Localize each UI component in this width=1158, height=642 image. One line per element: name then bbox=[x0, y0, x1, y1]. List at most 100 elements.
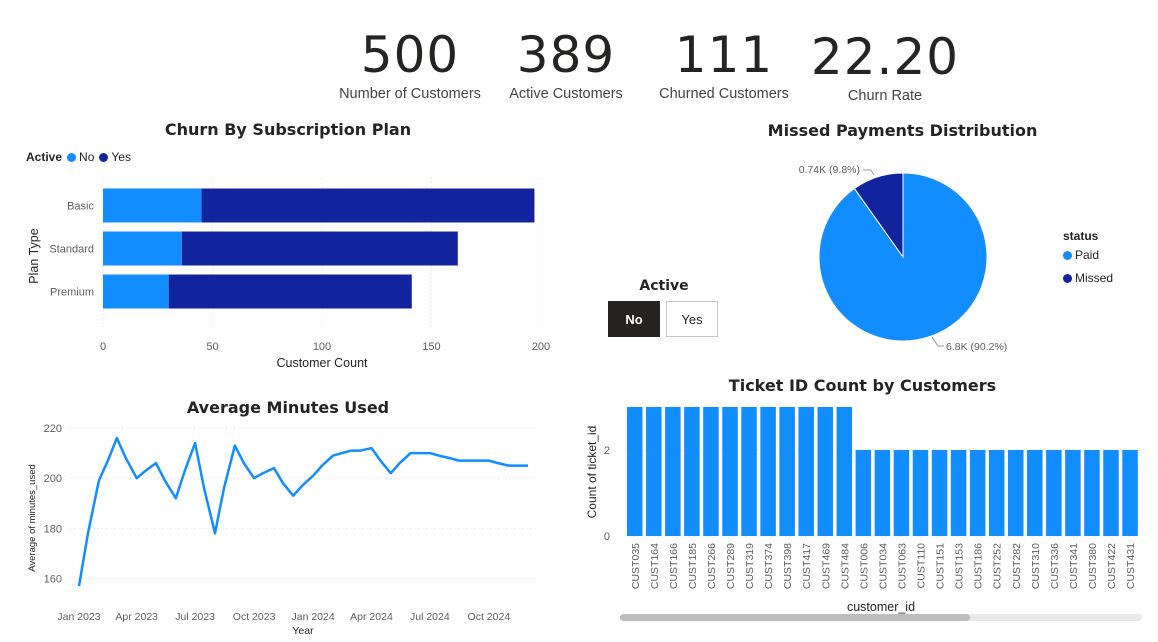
pie-legend-title: status bbox=[1063, 229, 1099, 243]
kpi-churned-customers: 111 Churned Customers bbox=[650, 30, 798, 102]
missed-payments-pie-chart[interactable]: 0.74K (9.8%) 6.8K (90.2%) bbox=[760, 150, 1060, 360]
x-tick-label: 150 bbox=[422, 341, 440, 353]
bar-yes bbox=[181, 231, 458, 266]
bar bbox=[760, 407, 776, 536]
x-tick-label: CUST341 bbox=[1068, 543, 1080, 589]
x-tick-label: Jan 2023 bbox=[57, 611, 100, 623]
x-tick-label: 50 bbox=[206, 341, 218, 353]
kpi-label: Churn Rate bbox=[847, 88, 923, 104]
churn-bar-chart[interactable]: 0 50 100 150 200 Basic Standard Premium Customer… bbox=[0, 170, 580, 375]
legend-no-icon bbox=[67, 152, 77, 162]
horizontal-scrollbar-thumb[interactable] bbox=[620, 614, 970, 621]
x-tick-label: CUST319 bbox=[744, 543, 756, 589]
x-axis-title: Year bbox=[292, 625, 314, 637]
ticket-bar-chart[interactable]: 0 2 CUST035 CUST164 CUST166 CUST185 CUST266 CUS… bbox=[578, 395, 1156, 617]
bar bbox=[855, 450, 872, 536]
x-tick-label: CUST185 bbox=[687, 543, 699, 589]
bar bbox=[817, 407, 833, 536]
y-tick-label: 160 bbox=[44, 573, 62, 585]
pie-leader-line bbox=[863, 169, 875, 176]
x-tick-label: CUST431 bbox=[1125, 543, 1137, 589]
kpi-active-customers: 389 Active Customers bbox=[496, 30, 636, 102]
x-tick-label: 100 bbox=[313, 341, 331, 353]
x-tick-label: Apr 2023 bbox=[115, 611, 158, 623]
legend-missed-label: Missed bbox=[1075, 271, 1114, 285]
y-tick-label: Standard bbox=[49, 244, 94, 256]
bar bbox=[741, 407, 757, 536]
x-tick-label: Jul 2023 bbox=[175, 611, 215, 623]
active-slicer: Active No Yes bbox=[608, 278, 720, 337]
x-axis-title: Customer Count bbox=[276, 356, 368, 370]
bar-yes bbox=[201, 188, 535, 223]
x-tick-label: CUST398 bbox=[782, 543, 794, 589]
x-tick-label: CUST469 bbox=[820, 543, 832, 589]
y-tick-label: 220 bbox=[44, 423, 62, 435]
kpi-number-of-customers: 500 Number of Customers bbox=[330, 30, 490, 102]
legend-title: Active bbox=[26, 150, 63, 164]
kpi-value: 111 bbox=[674, 26, 774, 84]
x-tick-label: CUST484 bbox=[839, 543, 851, 589]
slicer-option-no[interactable]: No bbox=[608, 301, 660, 337]
bar bbox=[836, 407, 853, 536]
bar bbox=[779, 407, 795, 536]
churn-chart-legend[interactable]: Active No Yes bbox=[26, 150, 131, 164]
x-tick-label: CUST380 bbox=[1087, 543, 1099, 589]
y-tick-label: 200 bbox=[44, 473, 62, 485]
legend-paid-icon bbox=[1063, 250, 1072, 260]
y-axis-title: Count of ticket_id bbox=[585, 426, 599, 519]
bar bbox=[912, 450, 929, 536]
x-tick-label: Jul 2024 bbox=[410, 611, 450, 623]
x-tick-label: CUST310 bbox=[1030, 543, 1042, 589]
slicer-option-yes[interactable]: Yes bbox=[666, 301, 718, 337]
bar bbox=[1008, 450, 1024, 536]
bar bbox=[703, 407, 719, 536]
x-tick-label: CUST164 bbox=[649, 543, 661, 589]
series-line bbox=[77, 436, 528, 587]
x-tick-label: CUST289 bbox=[725, 543, 737, 589]
bar bbox=[874, 450, 891, 536]
bar bbox=[798, 407, 814, 536]
x-tick-label: Oct 2024 bbox=[468, 611, 511, 623]
bar bbox=[684, 407, 700, 536]
x-tick-label: CUST063 bbox=[896, 543, 908, 589]
x-tick-label: CUST417 bbox=[801, 543, 813, 589]
x-tick-label: CUST422 bbox=[1106, 543, 1118, 589]
bar bbox=[931, 450, 948, 536]
legend-paid-label: Paid bbox=[1075, 248, 1100, 262]
bar bbox=[1084, 450, 1100, 536]
bar bbox=[950, 450, 967, 536]
bar bbox=[646, 407, 662, 536]
y-axis-title: Plan Type bbox=[27, 228, 41, 283]
y-axis-title: Average of minutes_used bbox=[27, 464, 38, 572]
x-tick-label: CUST166 bbox=[668, 543, 680, 589]
bar bbox=[1046, 450, 1062, 536]
kpi-label: Churned Customers bbox=[659, 86, 789, 102]
bar bbox=[665, 407, 681, 536]
x-tick-label: CUST034 bbox=[877, 543, 889, 589]
bar-no bbox=[103, 274, 169, 309]
bar-yes bbox=[168, 274, 412, 309]
bar bbox=[1103, 450, 1119, 536]
kpi-label: Active Customers bbox=[509, 86, 623, 102]
legend-no-label: No bbox=[79, 150, 95, 164]
ticket-chart-title: Ticket ID Count by Customers bbox=[728, 376, 997, 395]
y-tick-label: 2 bbox=[604, 445, 610, 457]
legend-yes-icon bbox=[99, 152, 109, 162]
bar bbox=[627, 407, 643, 536]
x-tick-label: CUST252 bbox=[992, 543, 1004, 589]
kpi-value: 22.20 bbox=[810, 28, 960, 86]
y-tick-label: Basic bbox=[67, 201, 94, 213]
x-tick-label: CUST151 bbox=[935, 543, 947, 589]
pie-legend-missed[interactable]: Missed bbox=[1063, 271, 1113, 285]
bar bbox=[988, 450, 1005, 536]
bar-no bbox=[103, 188, 202, 223]
churn-chart-title: Churn By Subscription Plan bbox=[164, 120, 412, 139]
x-tick-label: Jan 2024 bbox=[292, 611, 335, 623]
kpi-churn-rate: 22.20 Churn Rate bbox=[810, 32, 960, 104]
x-tick-label: CUST006 bbox=[858, 543, 870, 589]
pie-legend-paid[interactable]: Paid bbox=[1063, 248, 1099, 262]
minutes-line-chart[interactable]: 160 180 200 220 Jan 2023 Apr 2023 Jul 2023 Oct … bbox=[0, 415, 560, 640]
y-tick-label: 0 bbox=[604, 531, 610, 543]
kpi-value: 500 bbox=[360, 26, 460, 84]
y-tick-label: Premium bbox=[50, 287, 94, 299]
